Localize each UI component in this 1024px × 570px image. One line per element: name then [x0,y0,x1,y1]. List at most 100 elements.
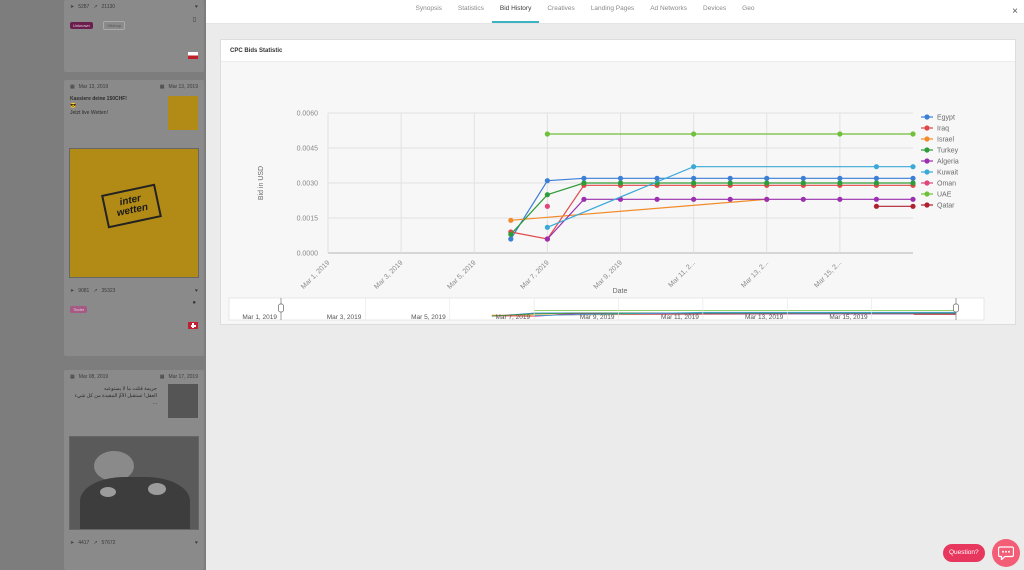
legend-label-oman: Oman [937,181,956,188]
data-point-egypt [508,236,514,242]
data-point-uae [691,131,697,137]
data-point-egypt [581,175,587,181]
data-point-kuwait [691,164,697,170]
ad-card[interactable]: ➤ 5287 ↗ 21130 ♥ Unknown Offshop ▯ [64,0,204,72]
tab-devices[interactable]: Devices [695,0,734,23]
trend-icon: ↗ [93,4,98,10]
x-tick-label: Mar 9, 2019 [593,259,624,290]
ad-card[interactable]: ▦ Mar 08, 2019 ▦ Mar 17, 2019 جريمة قتلت… [64,370,204,570]
trend-count: 21130 [101,4,116,10]
data-point-turkey [764,180,770,186]
series-line-algeria [546,198,913,240]
ad-headline: Kassiere deine 150CHF! [70,96,127,102]
close-icon[interactable]: × [1012,6,1018,17]
data-point-qatar [873,203,880,209]
trend-count: 35323 [101,288,116,294]
card-stats: ➤ 4417 ↗ 57672 ♥ [64,536,204,550]
chat-bubble-icon[interactable] [992,539,1020,567]
range-tick-label: Mar 3, 2019 [327,314,362,321]
ad-thumbnail [168,96,198,130]
card-tag: Tinder [70,306,88,313]
data-point-oman [544,203,550,209]
heart-icon[interactable]: ♥ [195,4,198,10]
tab-geo[interactable]: Geo [734,0,762,23]
ad-subtitle: العقل! تستقبل الأمّ المقيدة من كل شيء ..… [74,393,157,406]
ad-creative-image [69,436,199,530]
share-count: 9081 [78,288,90,294]
data-point-algeria [873,196,880,202]
data-point-algeria [727,196,733,202]
data-point-algeria [654,196,660,202]
heart-icon[interactable]: ♥ [195,540,198,546]
x-axis-title: Date [613,288,628,295]
data-point-egypt [654,175,660,181]
flag-icon [188,52,198,59]
legend-label-algeria: Algeria [937,159,959,166]
range-tick-label: Mar 15, 2019 [829,314,868,321]
data-point-turkey [873,180,880,186]
range-grip-left[interactable] [278,303,284,313]
range-tick-label: Mar 5, 2019 [411,314,446,321]
range-tick-label: Mar 9, 2019 [580,314,615,321]
share-count: 5287 [78,4,90,10]
data-point-uae [910,131,916,137]
range-tick-label: Mar 13, 2019 [745,314,784,321]
data-point-egypt [691,175,697,181]
share-icon: ➤ [70,288,75,294]
series-line-turkey [510,182,913,235]
device-icon: ▯ [192,17,196,23]
ad-headline: جريمة قتلت ما لا يستوعبه [103,386,157,392]
tab-synopsis[interactable]: Synopsis [408,0,450,23]
tab-landing-pages[interactable]: Landing Pages [583,0,642,23]
cpc-bids-panel: CPC Bids Statistic 0.0060 0.0045 0.0030 0.0… [220,39,1016,325]
y-tick-label: 0.0000 [297,251,319,258]
trend-icon: ↗ [93,288,98,294]
legend-marker [924,202,930,208]
tab-creatives[interactable]: Creatives [539,0,582,23]
data-point-turkey [508,231,514,237]
ad-details-modal: Synopsis Statistics Bid History Creative… [206,0,1024,570]
data-point-kuwait [910,164,916,170]
flag-icon [188,322,198,329]
ad-title: Kassiere deine 150CHF! 😎 Jetzt live Wett… [64,94,159,119]
legend-marker [924,114,930,120]
card-tag: Unknown [70,22,93,29]
trend-icon: ↗ [93,540,98,546]
x-tick-label: Mar 5, 2019 [446,259,477,290]
data-point-egypt [764,175,770,181]
ad-title: جريمة قتلت ما لا يستوعبه العقل! تستقبل ا… [64,384,159,409]
ads-feed-background: ➤ 5287 ↗ 21130 ♥ Unknown Offshop ▯ ▦ Mar… [0,0,206,570]
tab-statistics[interactable]: Statistics [450,0,492,23]
series-line-israel [510,198,767,221]
tab-bid-history[interactable]: Bid History [491,0,540,23]
x-tick-label: Mar 7, 2019 [519,259,550,290]
legend-label-iraq: Iraq [937,126,949,133]
heart-icon[interactable]: ♥ [195,288,198,294]
tab-ad-networks[interactable]: Ad Networks [642,0,695,23]
interwetten-logo: inter wetten [101,183,162,229]
range-grip-right[interactable] [953,303,959,313]
y-tick-label: 0.0060 [297,111,319,118]
legend-label-qatar: Qatar [937,203,955,210]
data-point-algeria [800,196,806,202]
data-point-turkey [617,180,624,186]
legend-label-turkey: Turkey [937,148,959,155]
data-point-qatar [910,203,916,209]
range-tick-label: Mar 1, 2019 [242,314,277,321]
ad-thumbnail [168,384,198,418]
calendar-icon: ▦ [70,84,75,90]
legend-marker [924,180,930,186]
first-seen-date: Mar 08, 2019 [78,374,109,380]
last-seen-date: Mar 17, 2019 [168,374,198,380]
series-line-iraq [510,184,913,240]
question-button[interactable]: Question? [943,544,985,562]
ad-card[interactable]: ▦ Mar 13, 2019 ▦ Mar 13, 2019 Kassiere d… [64,80,204,356]
y-axis-title: Bid in USD [258,166,265,200]
legend-marker [924,169,930,175]
legend-marker [924,125,930,131]
card-stats: ➤ 5287 ↗ 21130 ♥ [64,0,204,14]
legend-marker [924,191,930,197]
calendar-icon: ▦ [70,374,75,380]
data-point-turkey [910,180,916,186]
data-point-turkey [691,180,697,186]
